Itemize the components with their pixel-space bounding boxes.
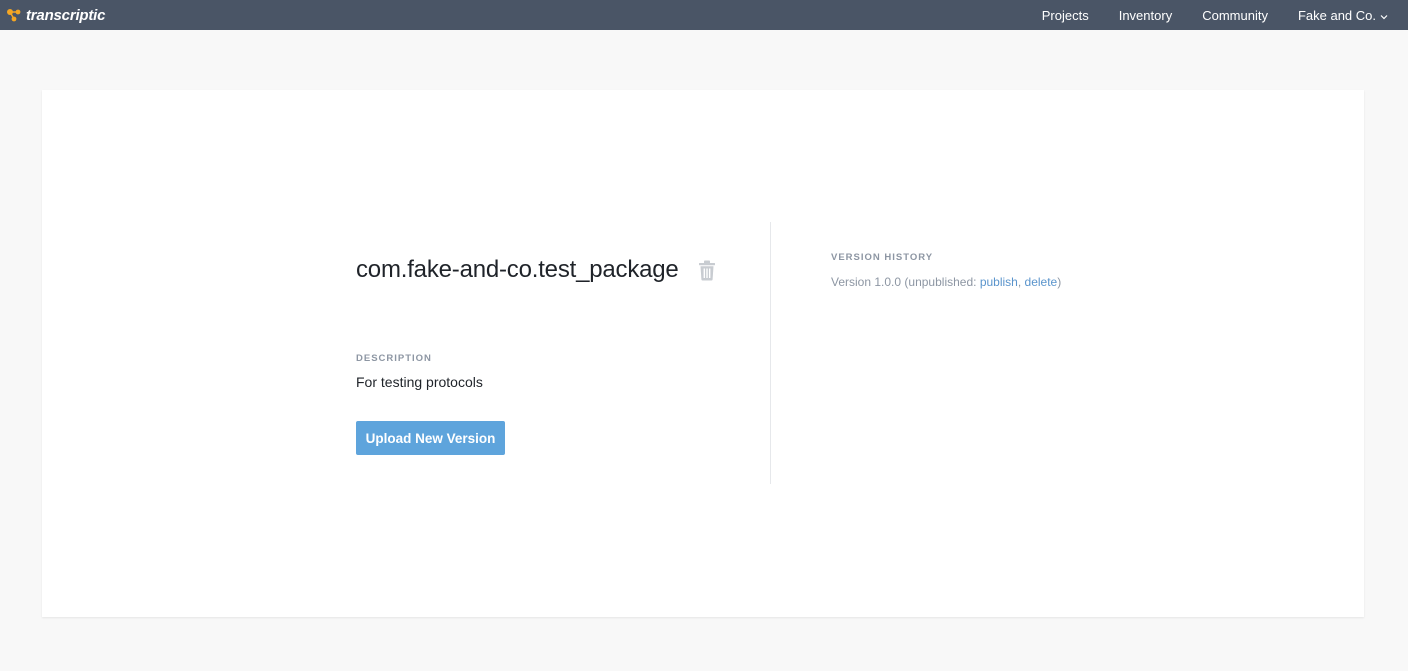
- main-nav: Projects Inventory Community Fake and Co…: [1042, 0, 1408, 30]
- package-details: com.fake-and-co.test_package DESCRIPTION…: [356, 90, 770, 617]
- version-entry: Version 1.0.0 (unpublished: publish, del…: [831, 275, 1061, 289]
- chevron-down-icon: [1380, 8, 1388, 23]
- description-text: For testing protocols: [356, 374, 483, 390]
- description-label: DESCRIPTION: [356, 353, 432, 364]
- transcriptic-logo-icon: [6, 8, 22, 22]
- version-history-label: VERSION HISTORY: [831, 252, 934, 263]
- nav-item-community[interactable]: Community: [1202, 8, 1268, 23]
- delete-version-link[interactable]: delete: [1025, 275, 1058, 289]
- publish-link[interactable]: publish: [980, 275, 1018, 289]
- nav-item-projects[interactable]: Projects: [1042, 8, 1089, 23]
- package-card: com.fake-and-co.test_package DESCRIPTION…: [42, 90, 1364, 617]
- column-divider: [770, 222, 771, 484]
- link-separator: ,: [1017, 275, 1022, 289]
- account-menu[interactable]: Fake and Co.: [1298, 8, 1388, 23]
- nav-item-inventory[interactable]: Inventory: [1119, 8, 1172, 23]
- title-row: com.fake-and-co.test_package: [356, 256, 716, 284]
- version-status: (unpublished:: [904, 275, 977, 289]
- upload-new-version-button[interactable]: Upload New Version: [356, 421, 505, 455]
- version-status-close: ): [1057, 275, 1062, 289]
- brand-name: transcriptic: [26, 6, 106, 24]
- package-title: com.fake-and-co.test_package: [356, 256, 679, 283]
- top-navigation-bar: transcriptic Projects Inventory Communit…: [0, 0, 1408, 30]
- version-number: Version 1.0.0: [831, 275, 902, 289]
- brand[interactable]: transcriptic: [0, 0, 105, 30]
- version-history: VERSION HISTORY Version 1.0.0 (unpublish…: [831, 90, 1311, 617]
- trash-icon[interactable]: [698, 260, 716, 281]
- account-name: Fake and Co.: [1297, 7, 1376, 23]
